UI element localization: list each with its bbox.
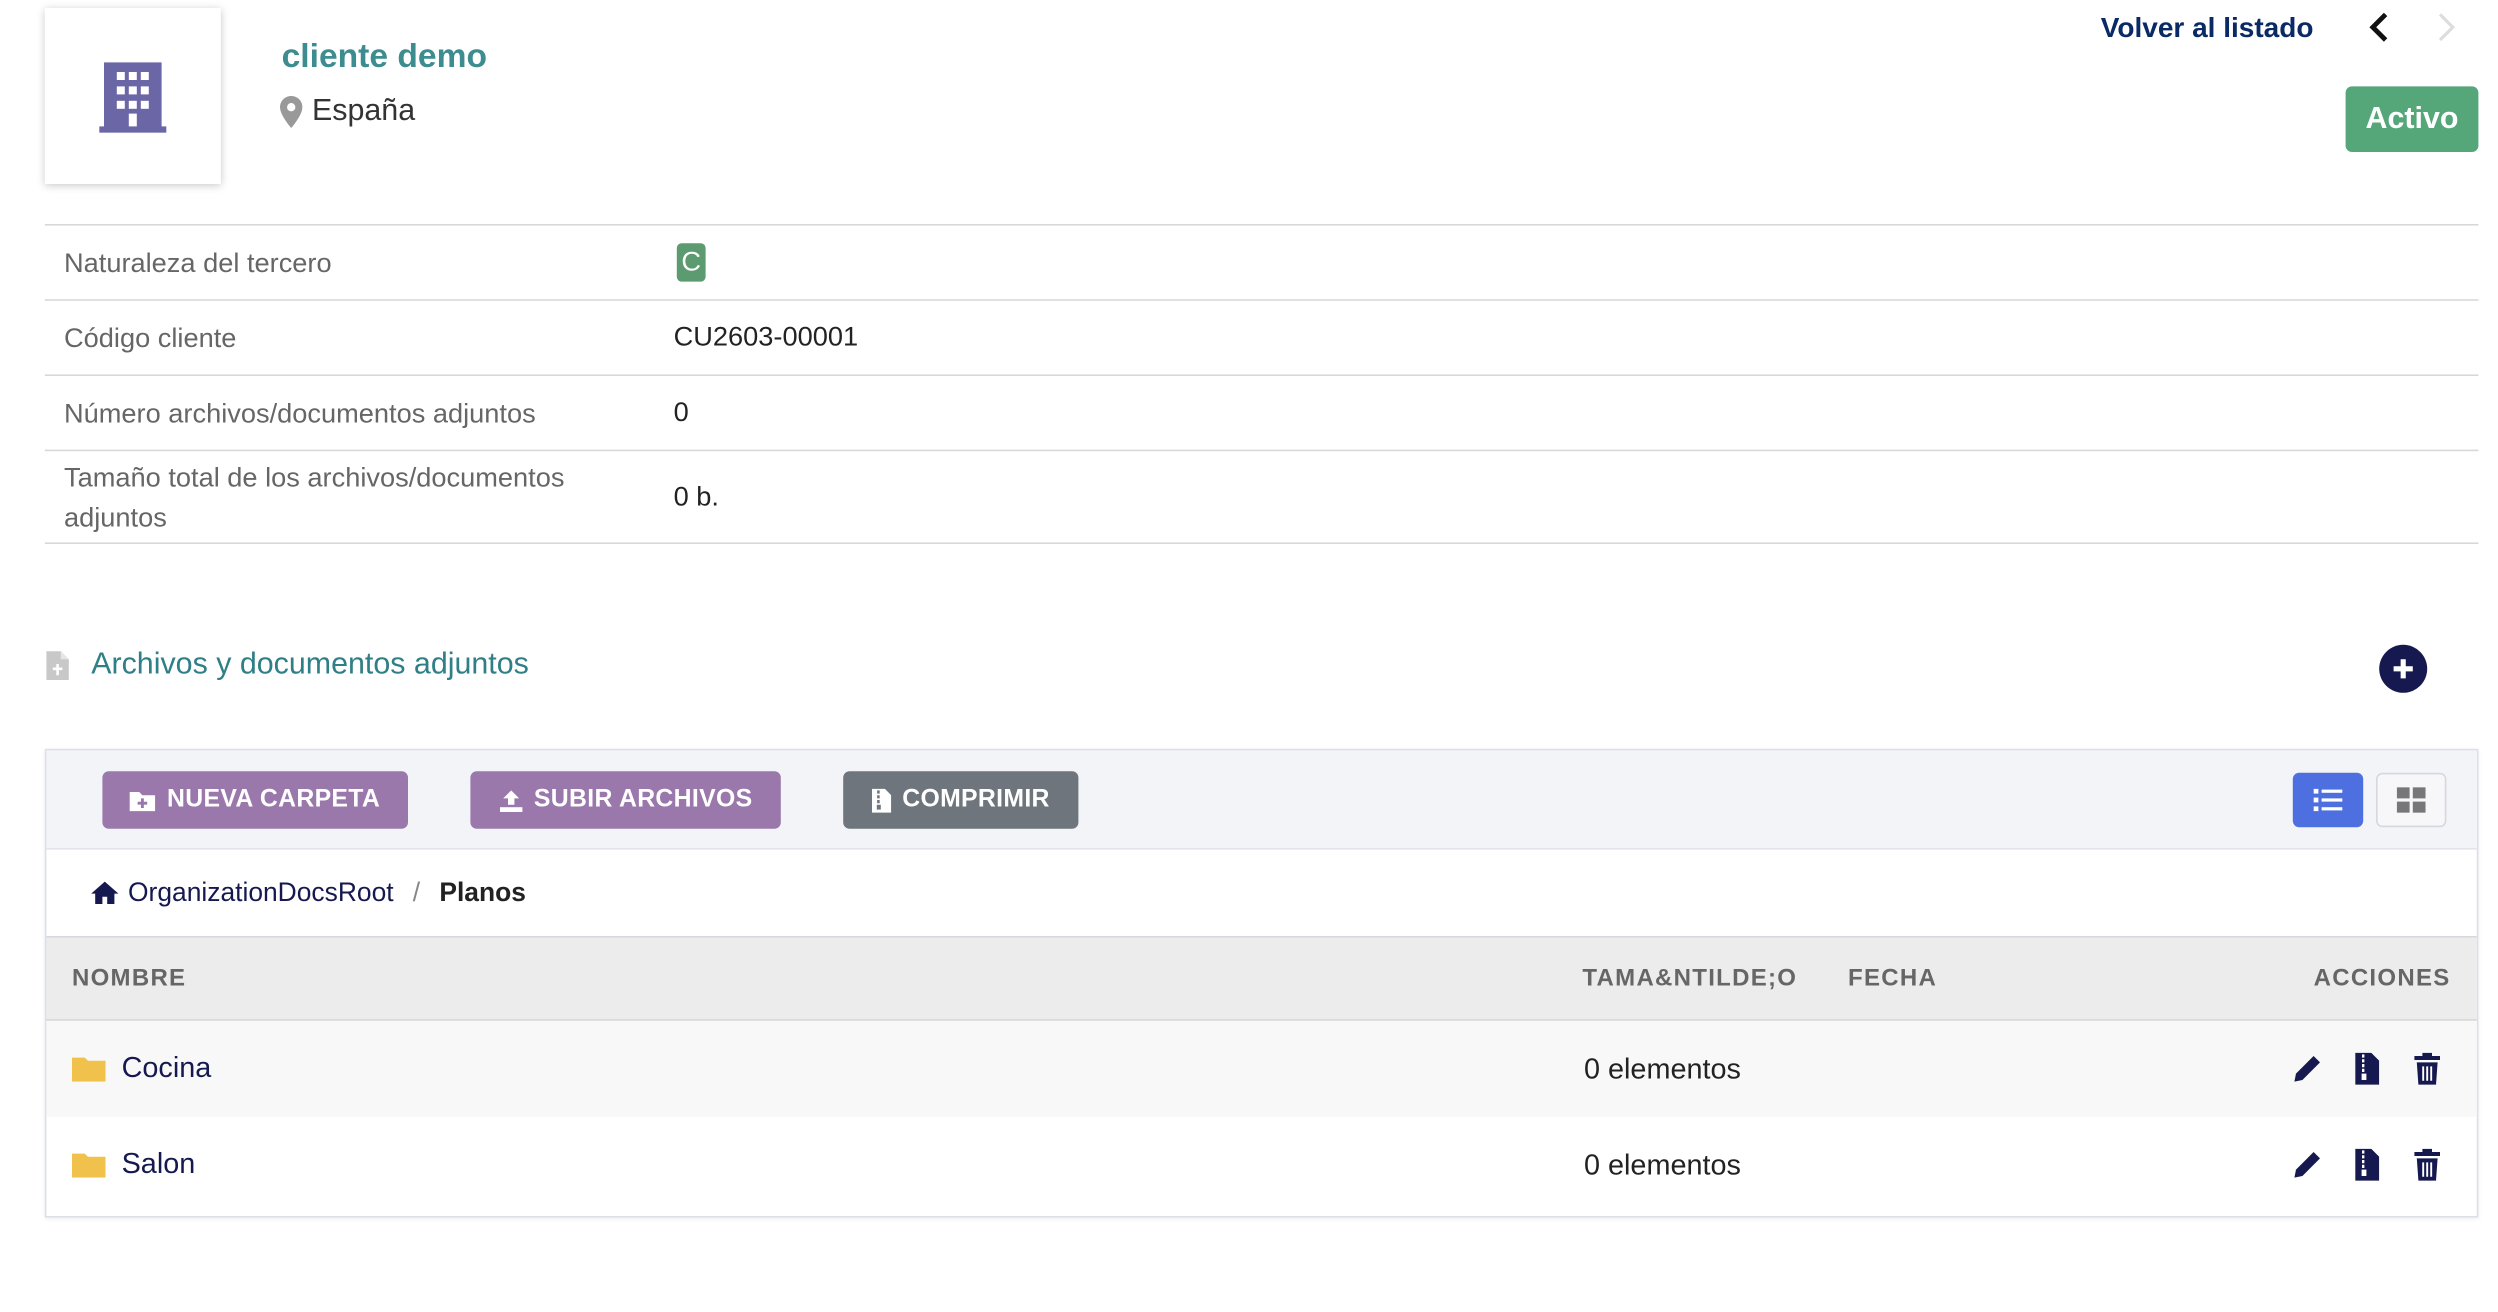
new-folder-button[interactable]: NUEVA CARPETA xyxy=(102,771,409,829)
info-row: Número archivos/documentos adjuntos 0 xyxy=(44,376,2479,452)
pencil-icon xyxy=(2294,1152,2320,1178)
info-value: 0 b. xyxy=(673,480,719,512)
trash-icon xyxy=(2414,1052,2440,1085)
info-value: C xyxy=(674,243,706,282)
info-label: Número archivos/documentos adjuntos xyxy=(64,397,536,428)
folder-name-cell[interactable]: Salon xyxy=(72,1147,195,1181)
home-icon xyxy=(91,881,119,904)
upload-icon xyxy=(499,789,522,812)
breadcrumb-root-link[interactable]: OrganizationDocsRoot xyxy=(90,878,394,908)
compress-folder-button[interactable] xyxy=(2349,1147,2384,1182)
edit-button[interactable] xyxy=(2290,1051,2325,1086)
grid-view-toggle[interactable] xyxy=(2376,772,2447,828)
table-row[interactable]: Cocina 0 elementos xyxy=(46,1020,2477,1117)
attachments-title: Archivos y documentos adjuntos xyxy=(91,648,529,682)
file-zip-icon xyxy=(871,788,892,812)
list-view-toggle[interactable] xyxy=(2292,772,2364,828)
folder-icon xyxy=(72,1152,106,1177)
next-record-button[interactable] xyxy=(2429,10,2461,45)
country-label: España xyxy=(312,94,416,128)
file-zip-icon xyxy=(2354,1052,2379,1085)
compress-folder-button[interactable] xyxy=(2349,1051,2384,1086)
column-header-size[interactable]: TAMA&NTILDE;O xyxy=(1582,965,1797,992)
map-pin-icon xyxy=(280,96,303,128)
folder-name: Salon xyxy=(121,1147,196,1180)
attachments-section-title: Archivos y documentos adjuntos xyxy=(45,648,529,683)
pencil-icon xyxy=(2294,1056,2320,1082)
back-to-list-link[interactable]: Volver al listado xyxy=(2101,11,2314,45)
company-name: cliente demo xyxy=(281,38,487,76)
folder-name-cell[interactable]: Cocina xyxy=(72,1051,211,1085)
file-browser: NUEVA CARPETA SUBIR ARCHIVOS COMPRIMIR O… xyxy=(44,748,2479,1218)
add-attachment-button[interactable] xyxy=(2379,644,2428,693)
status-badge: Activo xyxy=(2345,86,2479,152)
delete-button[interactable] xyxy=(2410,1051,2445,1086)
compress-button[interactable]: COMPRIMIR xyxy=(843,771,1079,829)
breadcrumb-current: Planos xyxy=(439,877,526,907)
plus-circle-icon xyxy=(2393,659,2413,679)
folder-name: Cocina xyxy=(121,1051,212,1084)
file-icon xyxy=(46,651,69,680)
company-location: España xyxy=(280,94,415,129)
file-zip-icon xyxy=(2354,1148,2379,1181)
list-view-icon xyxy=(2313,788,2343,812)
table-header: NOMBRE TAMA&NTILDE;O FECHA ACCIONES xyxy=(46,937,2477,1021)
chevron-left-icon xyxy=(2369,12,2388,42)
upload-files-label: SUBIR ARCHIVOS xyxy=(533,785,753,813)
table-row[interactable]: Salon 0 elementos xyxy=(46,1117,2476,1213)
building-icon xyxy=(99,62,167,133)
info-value: CU2603-00001 xyxy=(673,321,859,352)
info-table: Naturaleza del tercero C Código cliente … xyxy=(44,224,2479,544)
folder-size: 0 elementos xyxy=(1584,1148,1741,1181)
chevron-right-icon xyxy=(2438,13,2456,42)
edit-button[interactable] xyxy=(2290,1147,2325,1182)
third-party-type-badge: C xyxy=(676,243,706,282)
column-header-actions: ACCIONES xyxy=(2313,964,2451,992)
delete-button[interactable] xyxy=(2410,1147,2445,1182)
page: cliente demo España Volver al listado Ac… xyxy=(0,0,2498,1312)
upload-files-button[interactable]: SUBIR ARCHIVOS xyxy=(470,771,781,829)
compress-label: COMPRIMIR xyxy=(902,785,1050,813)
folder-plus-icon xyxy=(130,791,156,811)
company-logo xyxy=(44,8,221,184)
column-header-name[interactable]: NOMBRE xyxy=(72,965,186,992)
file-toolbar: NUEVA CARPETA SUBIR ARCHIVOS COMPRIMIR xyxy=(46,750,2477,850)
column-header-date[interactable]: FECHA xyxy=(1848,965,1937,992)
info-row: Tamaño total de los archivos/documentos … xyxy=(44,451,2479,544)
grid-view-icon xyxy=(2396,787,2426,813)
previous-record-button[interactable] xyxy=(2365,10,2397,45)
new-folder-label: NUEVA CARPETA xyxy=(167,785,381,813)
info-label: Naturaleza del tercero xyxy=(64,247,332,278)
folder-icon xyxy=(72,1056,106,1081)
breadcrumb: OrganizationDocsRoot / Planos xyxy=(46,850,2477,938)
info-label: Tamaño total de los archivos/documentos … xyxy=(64,461,565,532)
info-row: Código cliente CU2603-00001 xyxy=(44,301,2479,376)
breadcrumb-separator: / xyxy=(412,877,421,907)
breadcrumb-root-label: OrganizationDocsRoot xyxy=(128,877,394,907)
info-value: 0 xyxy=(673,396,689,428)
trash-icon xyxy=(2414,1148,2440,1181)
folder-size: 0 elementos xyxy=(1584,1052,1741,1085)
info-row: Naturaleza del tercero C xyxy=(44,226,2479,301)
info-label: Código cliente xyxy=(64,322,237,353)
